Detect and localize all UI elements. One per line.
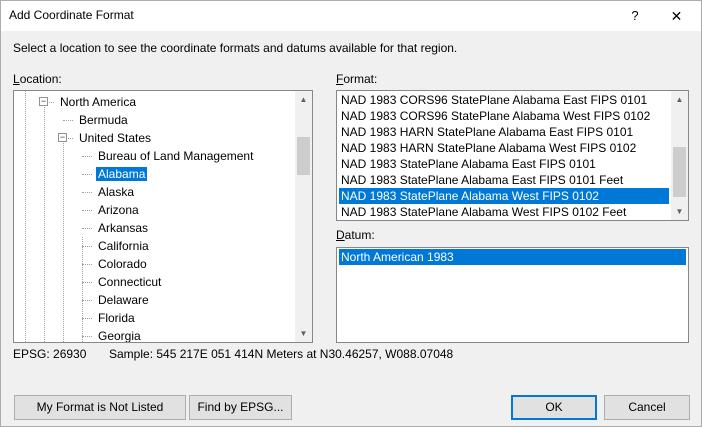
location-tree-scrollbar[interactable]: ▲ ▼ — [295, 91, 312, 342]
format-list-item[interactable]: NAD 1983 StatePlane Alabama West FIPS 01… — [339, 188, 669, 204]
format-list-item[interactable]: NAD 1983 HARN StatePlane Alabama West FI… — [339, 140, 669, 156]
scroll-up-icon[interactable]: ▲ — [671, 91, 688, 108]
format-list-scrollbar[interactable]: ▲ ▼ — [671, 91, 688, 220]
location-label: Location: — [13, 72, 62, 86]
format-list-item[interactable]: NAD 1983 CORS96 StatePlane Alabama East … — [339, 92, 669, 108]
tree-connector — [82, 336, 92, 337]
tree-connector — [82, 174, 92, 175]
help-button[interactable]: ? — [618, 1, 652, 31]
tree-connector — [82, 246, 92, 247]
tree-item-label: Bureau of Land Management — [98, 149, 254, 163]
tree-connector — [82, 192, 92, 193]
scroll-up-icon[interactable]: ▲ — [295, 91, 312, 108]
tree-item-label: California — [98, 239, 149, 253]
tree-item-label: Alaska — [98, 185, 135, 199]
collapse-icon[interactable]: − — [39, 97, 48, 106]
tree-item[interactable]: Colorado — [96, 255, 149, 273]
format-list-item[interactable]: NAD 1983 StatePlane Alabama East FIPS 01… — [339, 156, 669, 172]
tree-item[interactable]: Alaska — [96, 183, 136, 201]
format-list-item[interactable]: NAD 1983 StatePlane Alabama West FIPS 01… — [339, 204, 669, 220]
tree-item-label: Colorado — [98, 257, 147, 271]
tree-item[interactable]: Alabama — [96, 165, 148, 183]
tree-item-label: United States — [79, 131, 152, 145]
format-list-item[interactable]: Universal Transverse Mercator (Meters) — [339, 220, 669, 221]
scroll-thumb[interactable] — [297, 137, 310, 175]
tree-item[interactable]: North America — [58, 93, 138, 111]
tree-connector — [82, 264, 92, 265]
tree-connector — [82, 156, 92, 157]
format-label: Format: — [336, 72, 378, 86]
tree-item[interactable]: Florida — [96, 309, 137, 327]
tree-item[interactable]: Bermuda — [77, 111, 130, 129]
tree-guide-line — [25, 91, 26, 342]
tree-connector — [82, 300, 92, 301]
scroll-thumb[interactable] — [673, 147, 686, 197]
tree-item[interactable]: Bureau of Land Management — [96, 147, 255, 165]
tree-connector — [82, 228, 92, 229]
add-coordinate-format-dialog: Add Coordinate Format ? ✕ Select a locat… — [0, 0, 702, 427]
location-tree[interactable]: North America − Bermuda United States − Burea… — [13, 90, 313, 343]
datum-list-item[interactable]: North American 1983 — [339, 249, 686, 265]
title-bar[interactable]: Add Coordinate Format ? ✕ — [1, 1, 701, 31]
scroll-down-icon[interactable]: ▼ — [671, 203, 688, 220]
tree-item[interactable]: United States — [77, 129, 153, 147]
instruction-text: Select a location to see the coordinate … — [13, 41, 458, 55]
window-title: Add Coordinate Format — [9, 8, 134, 22]
tree-guide-line — [44, 102, 45, 342]
tree-item[interactable]: Georgia — [96, 327, 143, 343]
tree-item-label: Alabama — [96, 167, 148, 181]
find-by-epsg-button[interactable]: Find by EPSG... — [189, 395, 292, 420]
format-list-item[interactable]: NAD 1983 CORS96 StatePlane Alabama West … — [339, 108, 669, 124]
tree-item[interactable]: Connecticut — [96, 273, 163, 291]
format-listbox[interactable]: NAD 1983 CORS96 StatePlane Alabama East … — [336, 90, 689, 221]
tree-guide-line — [82, 237, 83, 342]
tree-item-label: Bermuda — [79, 113, 128, 127]
tree-item[interactable]: Arkansas — [96, 219, 150, 237]
tree-guide-line — [63, 140, 64, 342]
tree-item-label: Arkansas — [98, 221, 149, 235]
tree-connector — [63, 120, 73, 121]
close-button[interactable]: ✕ — [652, 1, 701, 31]
epsg-code-text: EPSG: 26930 — [13, 347, 87, 361]
sample-coordinate-text: Sample: 545 217E 051 414N Meters at N30.… — [109, 347, 454, 361]
tree-item-label: Delaware — [98, 293, 149, 307]
datum-label: Datum: — [336, 228, 375, 242]
scroll-down-icon[interactable]: ▼ — [295, 325, 312, 342]
collapse-icon[interactable]: − — [58, 133, 67, 142]
tree-connector — [82, 282, 92, 283]
cancel-button[interactable]: Cancel — [604, 395, 690, 420]
tree-item[interactable]: Arizona — [96, 201, 141, 219]
tree-item-label: Georgia — [98, 329, 141, 343]
tree-item-label: Arizona — [98, 203, 139, 217]
format-list-item[interactable]: NAD 1983 HARN StatePlane Alabama East FI… — [339, 124, 669, 140]
tree-connector — [82, 210, 92, 211]
tree-item[interactable]: Delaware — [96, 291, 151, 309]
datum-listbox[interactable]: North American 1983 — [336, 247, 689, 343]
format-list-item[interactable]: NAD 1983 StatePlane Alabama East FIPS 01… — [339, 172, 669, 188]
format-not-listed-button[interactable]: My Format is Not Listed — [14, 395, 186, 420]
ok-button[interactable]: OK — [511, 395, 597, 420]
tree-item-label: North America — [60, 95, 137, 109]
tree-item-label: Connecticut — [98, 275, 162, 289]
tree-item[interactable]: California — [96, 237, 151, 255]
tree-item-label: Florida — [98, 311, 135, 325]
tree-connector — [82, 318, 92, 319]
